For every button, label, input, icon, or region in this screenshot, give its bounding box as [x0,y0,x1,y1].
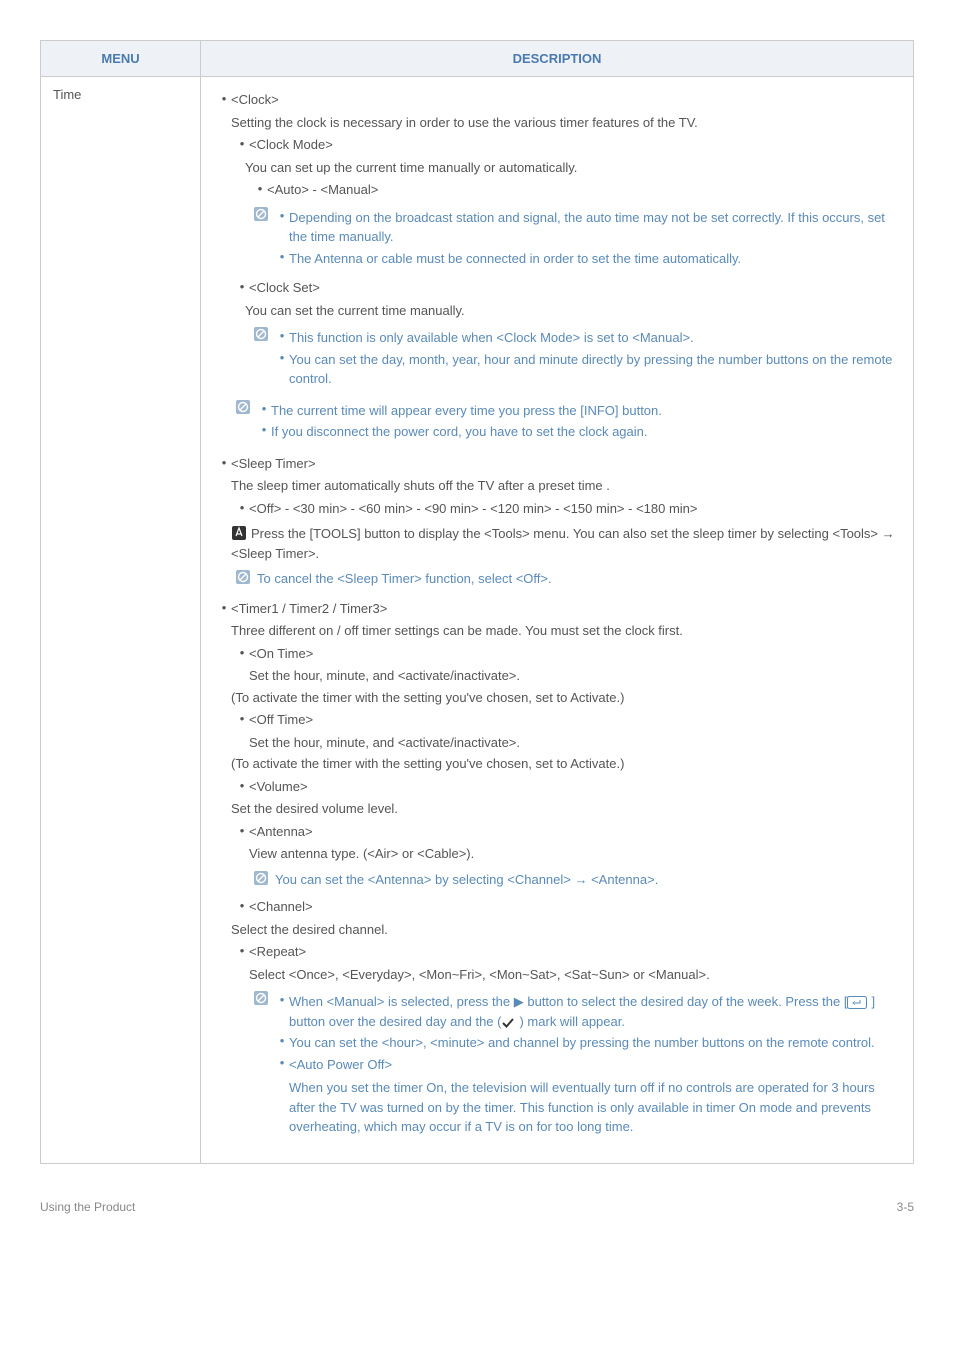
clock-mode-options: <Auto> - <Manual> [267,180,897,200]
bullet-icon: • [235,897,249,915]
off-time-desc: Set the hour, minute, and <activate/inac… [249,733,897,753]
footer-right: 3-5 [897,1200,914,1214]
bullet-icon: • [235,644,249,662]
sleep-tools-text: Press the [TOOLS] button to display the … [231,526,895,561]
clock-mode-note1: Depending on the broadcast station and s… [289,208,897,247]
bullet-icon: • [275,350,289,365]
bullet-icon: • [275,208,289,223]
sleep-cancel-note: To cancel the <Sleep Timer> function, se… [257,571,552,586]
bullet-icon: • [275,249,289,264]
clock-set-desc: You can set the current time manually. [245,301,897,321]
repeat-desc: Select <Once>, <Everyday>, <Mon~Fri>, <M… [249,965,897,985]
bullet-icon: • [235,135,249,153]
note-icon [253,326,275,342]
bullet-icon: • [235,710,249,728]
note-icon [253,206,275,222]
col-header-menu: MENU [41,41,201,77]
col-header-description: DESCRIPTION [201,41,914,77]
clock-mode-note2: The Antenna or cable must be connected i… [289,249,897,269]
clock-global-note2: If you disconnect the power cord, you ha… [271,422,897,442]
bullet-icon: • [217,454,231,472]
channel-desc: Select the desired channel. [231,920,897,940]
menu-cell-time: Time [41,77,201,1164]
bullet-icon: • [275,992,289,1007]
auto-power-off-label: <Auto Power Off> [289,1055,897,1075]
volume-label: <Volume> [249,777,897,797]
timer-intro: Three different on / off timer settings … [231,621,897,641]
final-note-manual: When <Manual> is selected, press the ▶ b… [289,992,897,1031]
clock-mode-desc: You can set up the current time manually… [245,158,897,178]
bullet-icon: • [235,942,249,960]
sleep-intro: The sleep timer automatically shuts off … [231,476,897,496]
note-icon [235,399,257,415]
note-icon [235,569,257,585]
bullet-icon: • [275,328,289,343]
page-footer: Using the Product 3-5 [0,1184,954,1238]
bullet-icon: • [217,90,231,108]
page: MENU DESCRIPTION Time •<Clock> Setting t… [0,0,954,1184]
menu-description-table: MENU DESCRIPTION Time •<Clock> Setting t… [40,40,914,1164]
clock-title: <Clock> [231,90,897,110]
check-icon [501,1017,515,1029]
bullet-icon: • [235,499,249,517]
sleep-options: <Off> - <30 min> - <60 min> - <90 min> -… [249,499,897,519]
antenna-desc: View antenna type. (<Air> or <Cable>). [249,844,897,864]
bullet-icon: • [275,1055,289,1070]
on-time-desc: Set the hour, minute, and <activate/inac… [249,666,897,686]
sleep-tools-note: Press the [TOOLS] button to display the … [231,524,897,563]
clock-global-note1: The current time will appear every time … [271,401,897,421]
antenna-note: You can set the <Antenna> by selecting <… [275,872,658,887]
antenna-label: <Antenna> [249,822,897,842]
auto-power-off-desc: When you set the timer On, the televisio… [289,1078,897,1137]
bullet-icon: • [235,822,249,840]
volume-desc: Set the desired volume level. [231,799,897,819]
clock-mode-label: <Clock Mode> [249,135,897,155]
note-icon [253,990,275,1006]
bullet-icon: • [235,777,249,795]
on-time-label: <On Time> [249,644,897,664]
bullet-icon: • [253,180,267,198]
bullet-icon: • [235,278,249,296]
clock-intro: Setting the clock is necessary in order … [231,113,897,133]
channel-label: <Channel> [249,897,897,917]
note-block: To cancel the <Sleep Timer> function, se… [235,569,897,589]
clock-set-label: <Clock Set> [249,278,897,298]
note-icon [253,870,275,886]
final-note-2: You can set the <hour>, <minute> and cha… [289,1033,897,1053]
bullet-icon: • [257,422,271,437]
note-block: •This function is only available when <C… [253,326,897,391]
off-time-label: <Off Time> [249,710,897,730]
final-note-1c: ) mark will appear. [519,1014,624,1029]
note-block: • When <Manual> is selected, press the ▶… [253,990,897,1137]
clock-set-note1: This function is only available when <Cl… [289,328,897,348]
note-block: •The current time will appear every time… [235,399,897,444]
bullet-icon: • [275,1033,289,1048]
tools-icon [231,525,247,541]
sleep-title: <Sleep Timer> [231,454,897,474]
repeat-label: <Repeat> [249,942,897,962]
note-block: •Depending on the broadcast station and … [253,206,897,271]
note-block: You can set the <Antenna> by selecting <… [253,870,897,890]
footer-left: Using the Product [40,1200,135,1214]
timer-title: <Timer1 / Timer2 / Timer3> [231,599,897,619]
table-row: Time •<Clock> Setting the clock is neces… [41,77,914,1164]
on-time-activate: (To activate the timer with the setting … [231,688,897,708]
bullet-icon: • [257,401,271,416]
enter-button-icon [847,996,867,1009]
clock-set-note2: You can set the day, month, year, hour a… [289,350,897,389]
bullet-icon: • [217,599,231,617]
off-time-activate: (To activate the timer with the setting … [231,754,897,774]
final-note-1a: When <Manual> is selected, press the ▶ b… [289,994,847,1009]
description-cell: •<Clock> Setting the clock is necessary … [201,77,914,1164]
